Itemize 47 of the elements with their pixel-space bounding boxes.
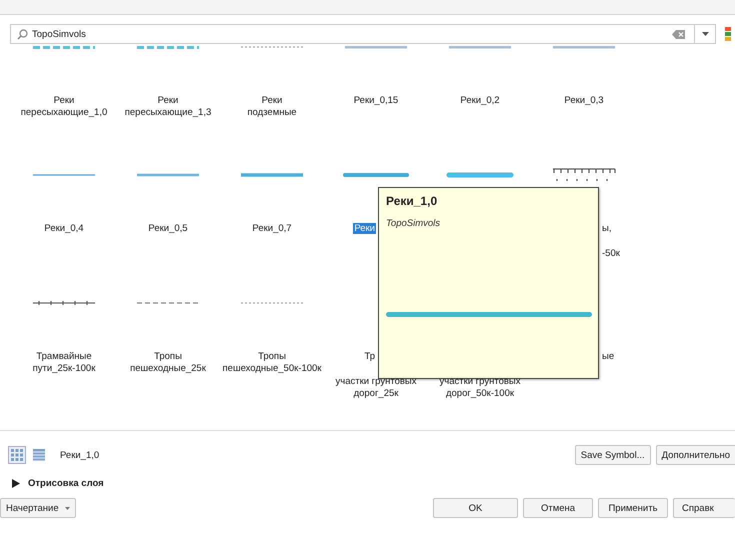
symbol-label[interactable]: Тр bbox=[363, 351, 376, 362]
dialog-button[interactable]: Save Symbol... bbox=[574, 445, 651, 465]
dialog-button[interactable]: OK bbox=[433, 498, 518, 518]
caret-icon bbox=[702, 32, 708, 36]
symbol-label[interactable]: Реки_0,7 bbox=[251, 223, 293, 234]
symbol-label[interactable]: дорог_25к bbox=[352, 388, 400, 399]
symbol-label[interactable]: пути_25к-100к bbox=[32, 363, 96, 374]
dialog-button[interactable]: Справк bbox=[673, 498, 735, 518]
symbol-label[interactable]: Реки_0,4 bbox=[43, 223, 85, 234]
symbol-label[interactable]: пересыхающие_1,0 bbox=[20, 107, 108, 118]
symbol-label[interactable]: Тропы bbox=[153, 351, 183, 362]
symbol-label[interactable]: Тропы bbox=[257, 351, 287, 362]
symbol-label[interactable]: Реки bbox=[156, 95, 180, 106]
symbol-label[interactable]: Реки bbox=[52, 95, 76, 106]
symbol-label[interactable]: Реки_0,5 bbox=[147, 223, 189, 234]
symbol-label[interactable]: ы, bbox=[601, 223, 612, 234]
caret-icon bbox=[64, 506, 70, 510]
symbol-label[interactable]: Реки bbox=[260, 95, 284, 106]
search-icon bbox=[17, 28, 28, 40]
symbol-label[interactable]: ые bbox=[601, 351, 616, 362]
section-header[interactable]: Отрисовка слоя bbox=[12, 478, 104, 488]
symbol-label[interactable]: участки грунтовых bbox=[334, 376, 418, 387]
symbol-label[interactable]: Реки_0,15 bbox=[352, 95, 400, 106]
dialog-button[interactable]: Отмена bbox=[523, 498, 593, 518]
search-field[interactable]: TopoSimvols bbox=[10, 24, 716, 44]
symbol-label[interactable]: -50к bbox=[601, 248, 621, 259]
icon-view-button[interactable] bbox=[8, 446, 26, 464]
symbol-label[interactable]: подземные bbox=[246, 107, 298, 118]
list-view-button[interactable] bbox=[30, 446, 48, 464]
symbol-label[interactable]: Реки_0,3 bbox=[563, 95, 605, 106]
tooltip-title: Реки_1,0 bbox=[386, 194, 438, 208]
symbol-label[interactable]: Реки bbox=[353, 223, 376, 234]
symbol-label[interactable]: дорог_50к-100к bbox=[444, 388, 516, 399]
symbol-label[interactable]: участки грунтовых bbox=[438, 376, 522, 387]
symbol-label[interactable]: Реки_0,2 bbox=[459, 95, 501, 106]
symbol-label[interactable]: пешеходные_50к-100к bbox=[222, 363, 322, 374]
style-dropdown[interactable]: Начертание bbox=[0, 498, 76, 518]
clear-icon[interactable] bbox=[672, 28, 686, 40]
symbol-label[interactable]: пересыхающие_1,3 bbox=[124, 107, 212, 118]
dialog-button[interactable]: Применить bbox=[598, 498, 668, 518]
symbol-name: Реки_1,0 bbox=[60, 450, 100, 460]
tooltip-subtitle: TopoSimvols bbox=[386, 218, 442, 229]
dialog-button[interactable]: Дополнительно bbox=[656, 445, 735, 465]
symbol-label[interactable]: пешеходные_25к bbox=[129, 363, 207, 374]
color-icon[interactable] bbox=[725, 27, 731, 41]
symbol-label[interactable]: Трамвайные bbox=[35, 351, 93, 362]
search-input[interactable]: TopoSimvols bbox=[32, 28, 672, 40]
